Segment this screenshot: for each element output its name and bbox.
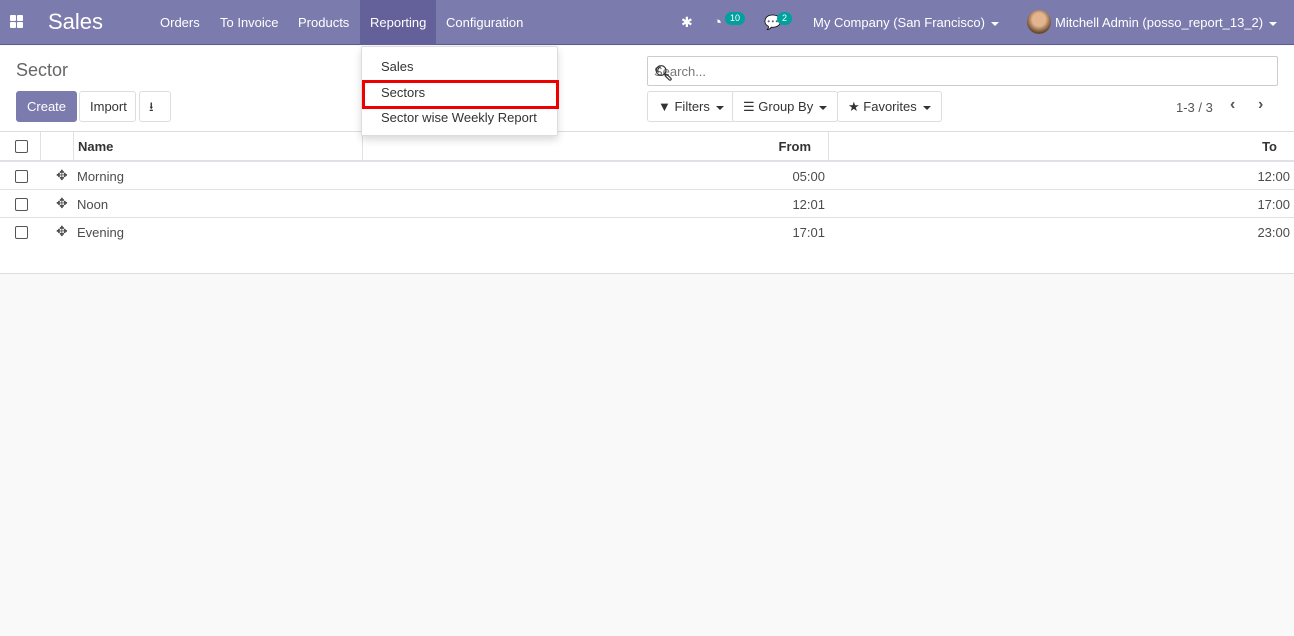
- table-row[interactable]: ✥ Morning 05:00 12:00: [0, 162, 1294, 190]
- chevron-down-icon: [1269, 21, 1278, 26]
- menu-to-invoice[interactable]: To Invoice: [210, 0, 289, 45]
- sector-list-table: Name From To ✥ Morning 05:00 12:00 ✥ Noo…: [0, 132, 1294, 246]
- row-checkbox[interactable]: [15, 170, 28, 183]
- chevron-down-icon: [819, 105, 828, 110]
- user-name: Mitchell Admin (posso_report_13_2): [1055, 15, 1264, 30]
- group-by-label: Group By: [758, 99, 814, 114]
- dropdown-item-sales[interactable]: Sales: [381, 59, 414, 74]
- message-count-badge: 2: [777, 12, 793, 25]
- search-icon[interactable]: 🔍︎: [654, 64, 1270, 82]
- pager-previous-icon[interactable]: ‹: [1230, 96, 1235, 114]
- row-to: 17:00: [1257, 197, 1290, 212]
- activity-clock-icon[interactable]: ◔: [713, 0, 722, 45]
- column-header-from[interactable]: From: [779, 139, 812, 154]
- row-checkbox[interactable]: [15, 226, 28, 239]
- create-button[interactable]: Create: [16, 91, 78, 122]
- table-row[interactable]: ✥ Evening 17:01 23:00: [0, 218, 1294, 246]
- company-name: My Company (San Francisco): [813, 15, 985, 30]
- search-input[interactable]: Search... 🔍︎: [647, 56, 1278, 86]
- row-name: Morning: [77, 169, 124, 184]
- user-menu[interactable]: Mitchell Admin (posso_report_13_2): [1055, 0, 1278, 45]
- chevron-down-icon: [922, 105, 931, 110]
- avatar: [1027, 10, 1051, 34]
- chevron-down-icon: [715, 105, 724, 110]
- pager-next-icon[interactable]: ›: [1258, 96, 1263, 114]
- chevron-down-icon: [990, 21, 999, 26]
- dropdown-item-sectors[interactable]: Sectors: [381, 85, 425, 100]
- company-switcher[interactable]: My Company (San Francisco): [813, 0, 999, 45]
- apps-menu-icon[interactable]: [10, 15, 23, 28]
- row-name: Noon: [77, 197, 109, 212]
- row-to: 23:00: [1257, 225, 1290, 240]
- filter-icon: ▼: [658, 99, 675, 114]
- download-icon: ⭳: [149, 99, 154, 114]
- row-from: 05:00: [792, 169, 825, 184]
- page-title: Sector: [16, 60, 69, 80]
- column-header-to[interactable]: To: [1262, 139, 1277, 154]
- select-all-checkbox[interactable]: [15, 140, 28, 153]
- row-name: Evening: [77, 225, 124, 240]
- row-to: 12:00: [1257, 169, 1290, 184]
- favorites-label: Favorites: [863, 99, 917, 114]
- import-button[interactable]: Import: [79, 91, 136, 122]
- top-navbar: Sales Orders To Invoice Products Reporti…: [0, 0, 1294, 45]
- reporting-dropdown: Sales Sectors Sector wise Weekly Report: [361, 46, 559, 136]
- group-by-button[interactable]: ☰ Group By: [732, 91, 839, 122]
- favorites-button[interactable]: ★ Favorites: [837, 91, 942, 122]
- filters-button[interactable]: ▼ Filters: [647, 91, 735, 122]
- column-header-name[interactable]: Name: [78, 139, 113, 154]
- dropdown-item-sector-weekly-report[interactable]: Sector wise Weekly Report: [381, 110, 537, 125]
- debug-bug-icon[interactable]: ✱: [681, 0, 693, 45]
- row-checkbox[interactable]: [15, 198, 28, 211]
- drag-handle-icon[interactable]: ✥: [56, 167, 68, 184]
- activity-count-badge: 10: [725, 12, 746, 25]
- menu-configuration[interactable]: Configuration: [436, 0, 533, 45]
- table-footer: [0, 245, 1294, 274]
- app-title: Sales: [48, 9, 104, 34]
- control-panel: Sector Create Import ⭳ Search... 🔍︎ ▼ Fil…: [0, 46, 1294, 132]
- filters-label: Filters: [674, 99, 710, 114]
- download-button[interactable]: ⭳: [139, 91, 171, 122]
- menu-reporting[interactable]: Reporting: [360, 0, 437, 45]
- list-icon: ☰: [743, 99, 759, 114]
- table-row[interactable]: ✥ Noon 12:01 17:00: [0, 190, 1294, 218]
- row-from: 17:01: [792, 225, 825, 240]
- row-from: 12:01: [792, 197, 825, 212]
- menu-products[interactable]: Products: [288, 0, 359, 45]
- menu-orders[interactable]: Orders: [150, 0, 210, 45]
- pager-value: 1-3 / 3: [1176, 100, 1213, 115]
- drag-handle-icon[interactable]: ✥: [56, 223, 68, 240]
- star-icon: ★: [848, 99, 864, 114]
- table-header: Name From To: [0, 132, 1294, 162]
- drag-handle-icon[interactable]: ✥: [56, 195, 68, 212]
